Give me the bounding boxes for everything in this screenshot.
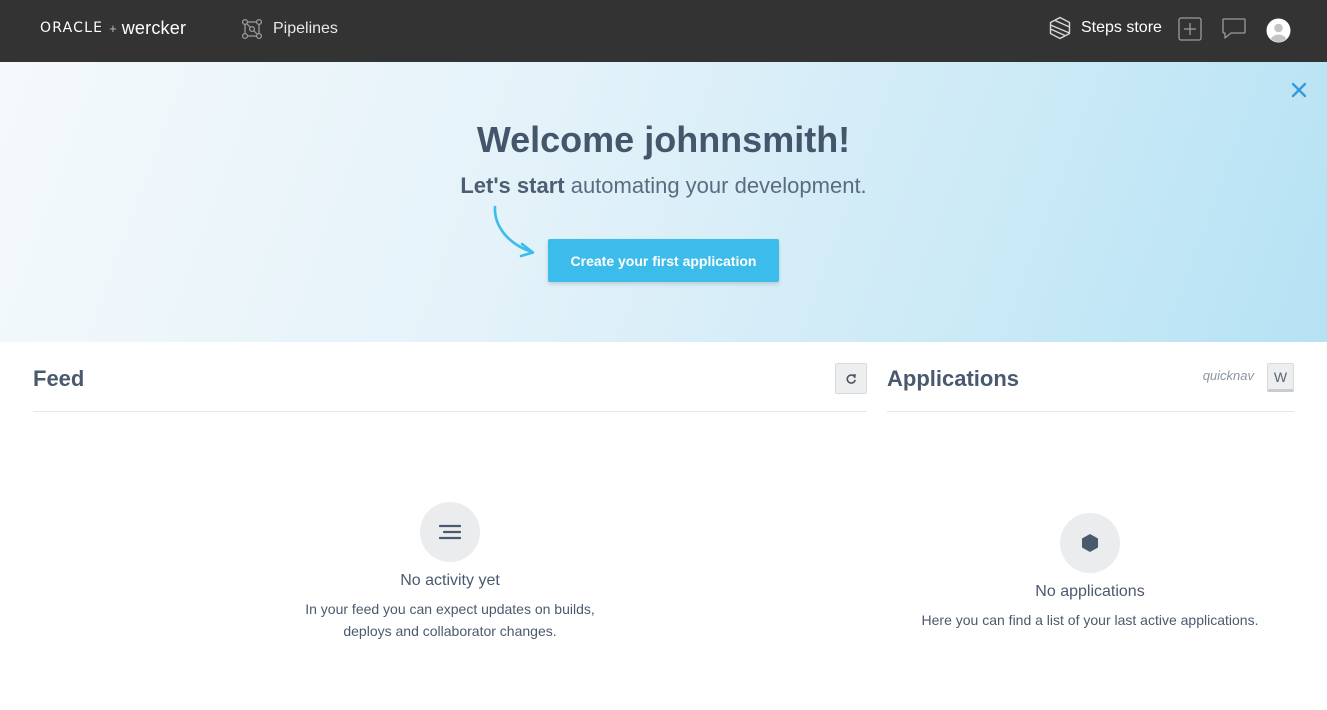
feed-title: Feed xyxy=(33,366,85,391)
feed-empty-line-2: deploys and collaborator changes. xyxy=(343,623,557,639)
applications-empty-icon-circle xyxy=(1060,513,1120,573)
quicknav-key-button[interactable]: W xyxy=(1267,363,1294,392)
welcome-banner: Welcome johnnsmith! Let's start automati… xyxy=(0,62,1327,342)
feed-empty-title: No activity yet xyxy=(400,572,500,589)
avatar xyxy=(1266,18,1290,42)
create-first-application-button[interactable]: Create your first application xyxy=(548,239,779,282)
feed-section: Feed No activity yet In your feed you ca… xyxy=(33,342,867,710)
logo-oracle-text: ORACLE xyxy=(40,20,104,36)
add-icon xyxy=(1178,17,1202,41)
feed-empty-icon-circle xyxy=(420,502,480,562)
top-navbar: ORACLE + wercker Pipelines Steps store xyxy=(0,0,1327,62)
chat-icon xyxy=(1222,18,1246,39)
welcome-subtitle-rest: automating your development. xyxy=(564,173,867,198)
logo-plus-text: + xyxy=(109,20,117,36)
nav-pipelines-link[interactable]: Pipelines xyxy=(241,16,338,42)
applications-divider xyxy=(887,411,1294,412)
quicknav-label: quicknav xyxy=(1202,368,1254,383)
welcome-subtitle: Let's start automating your development. xyxy=(0,173,1327,199)
nav-pipelines-label: Pipelines xyxy=(273,20,338,37)
oracle-wercker-logo[interactable]: ORACLE + wercker xyxy=(40,17,186,39)
steps-store-icon xyxy=(1049,16,1071,40)
chat-button[interactable] xyxy=(1221,16,1247,42)
feed-empty-line-1: In your feed you can expect updates on b… xyxy=(305,601,595,617)
steps-store-link[interactable]: Steps store xyxy=(1048,15,1162,41)
refresh-icon xyxy=(846,373,856,384)
welcome-subtitle-strong: Let's start xyxy=(460,173,565,198)
applications-empty-text: Here you can find a list of your last ac… xyxy=(921,612,1259,628)
close-icon xyxy=(1291,82,1307,98)
feed-empty-text: In your feed you can expect updates on b… xyxy=(250,598,650,642)
welcome-title: Welcome johnnsmith! xyxy=(476,119,851,160)
logo-wercker-text: wercker xyxy=(121,17,187,38)
applications-empty-title: No applications xyxy=(1035,583,1145,600)
pipelines-icon xyxy=(241,18,263,40)
applications-title: Applications xyxy=(887,366,1020,391)
steps-store-label: Steps store xyxy=(1081,19,1162,36)
applications-section: Applications quicknav W No applications … xyxy=(887,342,1294,710)
add-button[interactable] xyxy=(1177,16,1203,42)
close-banner-button[interactable] xyxy=(1289,80,1309,100)
hexagon-icon xyxy=(1082,534,1098,552)
feed-list-icon xyxy=(439,524,461,540)
user-menu-button[interactable] xyxy=(1265,17,1291,43)
refresh-feed-button[interactable] xyxy=(835,363,867,394)
feed-divider xyxy=(33,411,867,412)
pointer-arrow-icon xyxy=(493,205,535,258)
